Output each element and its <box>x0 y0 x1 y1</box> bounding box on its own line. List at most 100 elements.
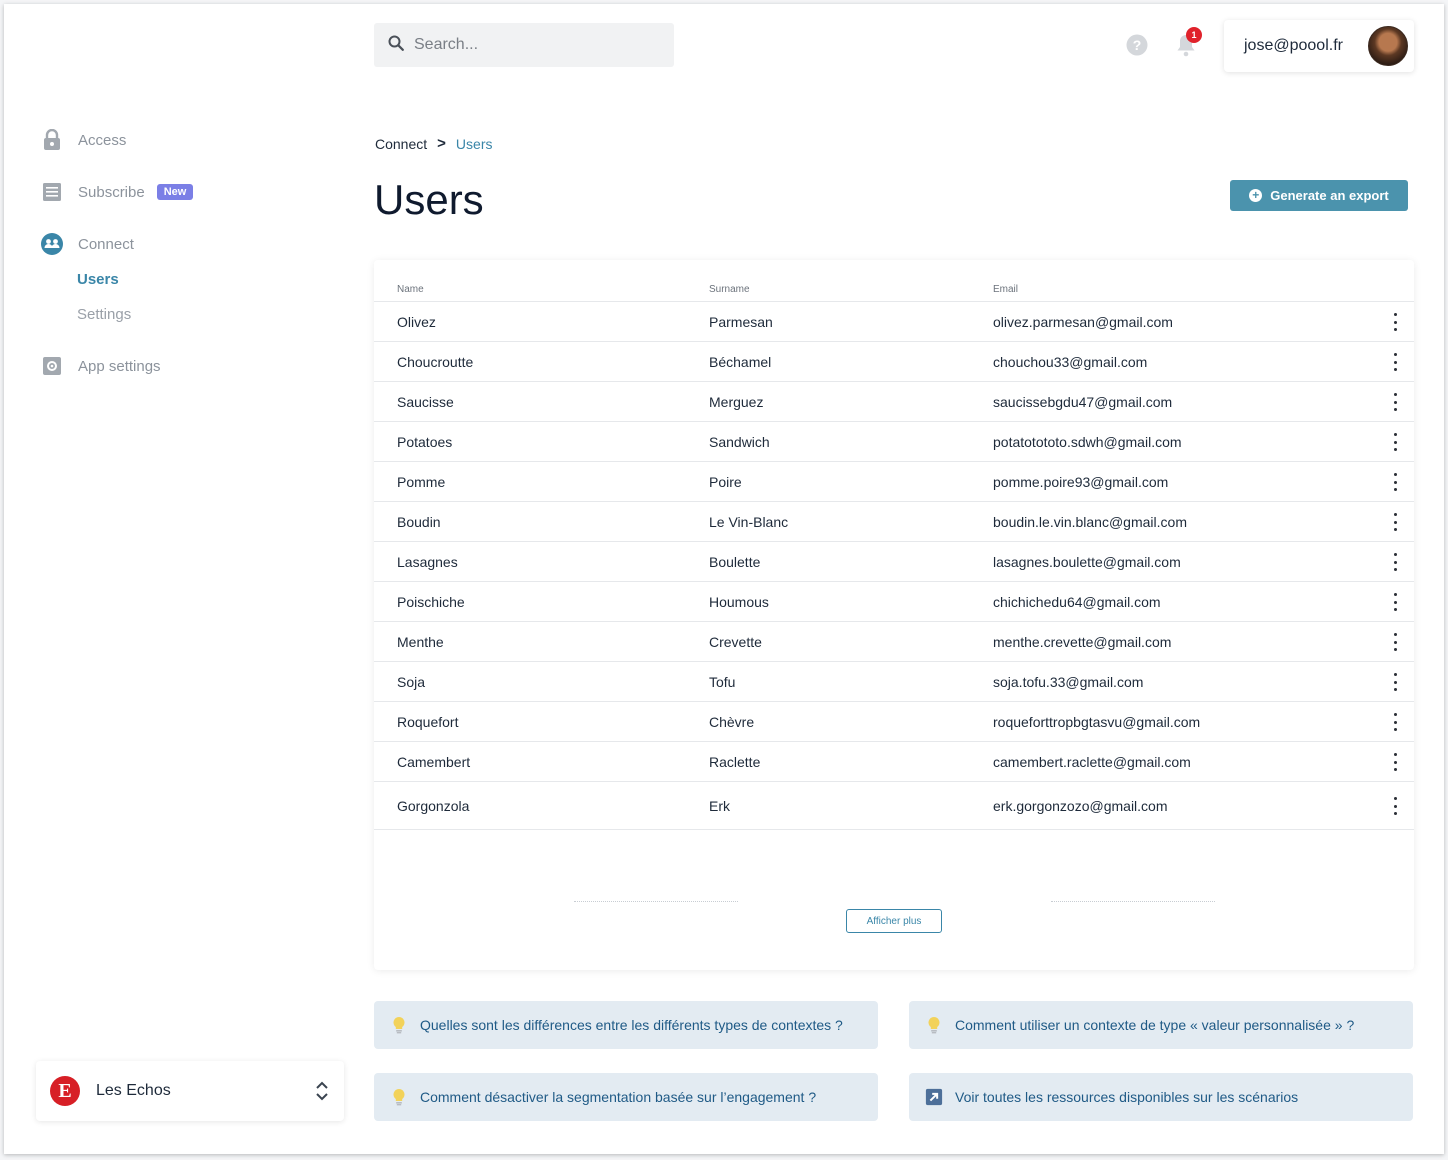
cell-email: boudin.le.vin.blanc@gmail.com <box>993 514 1187 530</box>
show-more-button[interactable]: Afficher plus <box>846 909 942 933</box>
sidebar-subitem-users[interactable]: Users <box>77 271 119 288</box>
cell-name: Roquefort <box>397 714 459 730</box>
column-header-email[interactable]: Email <box>993 284 1018 295</box>
cell-email: olivez.parmesan@gmail.com <box>993 314 1173 330</box>
table-row[interactable]: Menthe Crevette menthe.crevette@gmail.com <box>374 622 1414 662</box>
cell-name: Olivez <box>397 314 436 330</box>
app-window: Access Subscribe New Connect Users Setti… <box>4 4 1444 1154</box>
cell-surname: Erk <box>709 798 730 814</box>
search-bar[interactable] <box>374 23 674 67</box>
more-vertical-icon[interactable] <box>1390 553 1400 571</box>
breadcrumb-users: Users <box>455 135 493 152</box>
cell-name: Soja <box>397 674 426 690</box>
more-vertical-icon[interactable] <box>1390 513 1400 531</box>
help-link-text: Comment désactiver la segmentation basée… <box>420 1089 817 1105</box>
table-row[interactable]: Lasagnes Boulette lasagnes.boulette@gmail.… <box>374 542 1414 582</box>
more-vertical-icon[interactable] <box>1390 593 1400 611</box>
more-vertical-icon[interactable] <box>1390 673 1400 691</box>
table-row[interactable]: Gorgonzola Erk erk.gorgonzozo@gmail.com <box>374 782 1414 830</box>
lightbulb-icon <box>390 1016 408 1034</box>
more-vertical-icon[interactable] <box>1390 797 1400 815</box>
sidebar-item-label: Subscribe <box>78 183 145 201</box>
lightbulb-icon <box>925 1016 943 1034</box>
help-link-all-resources[interactable]: Voir toutes les ressources disponibles s… <box>909 1073 1413 1121</box>
table-row[interactable]: Olivez Parmesan olivez.parmesan@gmail.com <box>374 302 1414 342</box>
generate-export-button[interactable]: + Generate an export <box>1230 180 1408 211</box>
cell-email: saucissebgdu47@gmail.com <box>993 394 1173 410</box>
cell-name: Lasagnes <box>397 554 458 570</box>
cell-email: menthe.crevette@gmail.com <box>993 634 1172 650</box>
column-header-name[interactable]: Name <box>397 284 424 295</box>
more-vertical-icon[interactable] <box>1390 473 1400 491</box>
people-icon <box>40 232 64 256</box>
document-icon <box>40 180 64 204</box>
cell-email: roqueforttropbgtasvu@gmail.com <box>993 714 1201 730</box>
cell-surname: Béchamel <box>709 354 772 370</box>
table-row[interactable]: Pomme Poire pomme.poire93@gmail.com <box>374 462 1414 502</box>
breadcrumb-separator: > <box>437 135 446 152</box>
cell-name: Potatoes <box>397 434 453 450</box>
table-row[interactable]: Potatoes Sandwich potatotototo.sdwh@gmail.… <box>374 422 1414 462</box>
table-row[interactable]: Choucroutte Béchamel chouchou33@gmail.com <box>374 342 1414 382</box>
sidebar-item-access[interactable]: Access <box>40 126 126 154</box>
cell-surname: Raclette <box>709 754 761 770</box>
table-row[interactable]: Saucisse Merguez saucissebgdu47@gmail.com <box>374 382 1414 422</box>
more-vertical-icon[interactable] <box>1390 433 1400 451</box>
sidebar-item-subscribe[interactable]: Subscribe New <box>40 178 194 206</box>
more-vertical-icon[interactable] <box>1390 713 1400 731</box>
lock-icon <box>40 128 64 152</box>
more-vertical-icon[interactable] <box>1390 753 1400 771</box>
divider <box>1051 901 1215 902</box>
cell-email: soja.tofu.33@gmail.com <box>993 674 1144 690</box>
cell-name: Choucroutte <box>397 354 474 370</box>
organization-name: Les Echos <box>96 1082 171 1099</box>
cell-surname: Merguez <box>709 394 764 410</box>
help-link-custom-value[interactable]: Comment utiliser un contexte de type « v… <box>909 1001 1413 1049</box>
help-link-text: Quelles sont les différences entre les d… <box>420 1017 843 1033</box>
more-vertical-icon[interactable] <box>1390 353 1400 371</box>
cell-surname: Boulette <box>709 554 761 570</box>
sidebar-item-connect[interactable]: Connect <box>40 230 134 258</box>
more-vertical-icon[interactable] <box>1390 393 1400 411</box>
table-row[interactable]: Poischiche Houmous chichichedu64@gmail.com <box>374 582 1414 622</box>
help-icon[interactable]: ? <box>1126 34 1148 56</box>
cell-name: Camembert <box>397 754 471 770</box>
cell-surname: Chèvre <box>709 714 755 730</box>
more-vertical-icon[interactable] <box>1390 633 1400 651</box>
divider <box>574 901 738 902</box>
table-header: Name Surname Email <box>374 260 1414 302</box>
more-vertical-icon[interactable] <box>1390 313 1400 331</box>
cell-name: Saucisse <box>397 394 454 410</box>
breadcrumb-connect[interactable]: Connect <box>375 136 427 152</box>
cell-email: camembert.raclette@gmail.com <box>993 754 1191 770</box>
sidebar-item-label: Access <box>78 131 127 149</box>
cell-email: lasagnes.boulette@gmail.com <box>993 554 1181 570</box>
cell-surname: Le Vin-Blanc <box>709 514 789 530</box>
sidebar-subitem-settings[interactable]: Settings <box>77 306 131 323</box>
cell-surname: Houmous <box>709 594 769 610</box>
search-icon <box>388 35 404 56</box>
table-row[interactable]: Roquefort Chèvre roqueforttropbgtasvu@gmai… <box>374 702 1414 742</box>
plus-circle-icon: + <box>1249 189 1263 202</box>
organization-switcher[interactable]: E Les Echos <box>36 1061 344 1121</box>
search-input[interactable] <box>414 36 654 54</box>
help-link-text: Voir toutes les ressources disponibles s… <box>955 1089 1299 1105</box>
table-row[interactable]: Boudin Le Vin-Blanc boudin.le.vin.blanc@gm… <box>374 502 1414 542</box>
lightbulb-icon <box>390 1088 408 1106</box>
new-badge: New <box>156 184 194 200</box>
sidebar-item-app-settings[interactable]: App settings <box>40 352 161 380</box>
table-row[interactable]: Soja Tofu soja.tofu.33@gmail.com <box>374 662 1414 702</box>
cell-name: Pomme <box>397 474 446 490</box>
help-link-context-types[interactable]: Quelles sont les différences entre les d… <box>374 1001 878 1049</box>
table-row[interactable]: Camembert Raclette camembert.raclette@gmai… <box>374 742 1414 782</box>
notification-badge: 1 <box>1186 27 1202 43</box>
cell-surname: Crevette <box>709 634 762 650</box>
help-link-disable-segmentation[interactable]: Comment désactiver la segmentation basée… <box>374 1073 878 1121</box>
svg-text:?: ? <box>1133 37 1142 53</box>
cell-email: chouchou33@gmail.com <box>993 354 1148 370</box>
cell-email: chichichedu64@gmail.com <box>993 594 1161 610</box>
column-header-surname[interactable]: Surname <box>709 284 750 295</box>
help-link-text: Comment utiliser un contexte de type « v… <box>955 1017 1355 1033</box>
sidebar-item-label: Connect <box>78 235 134 253</box>
user-menu[interactable]: jose@poool.fr <box>1224 20 1414 72</box>
